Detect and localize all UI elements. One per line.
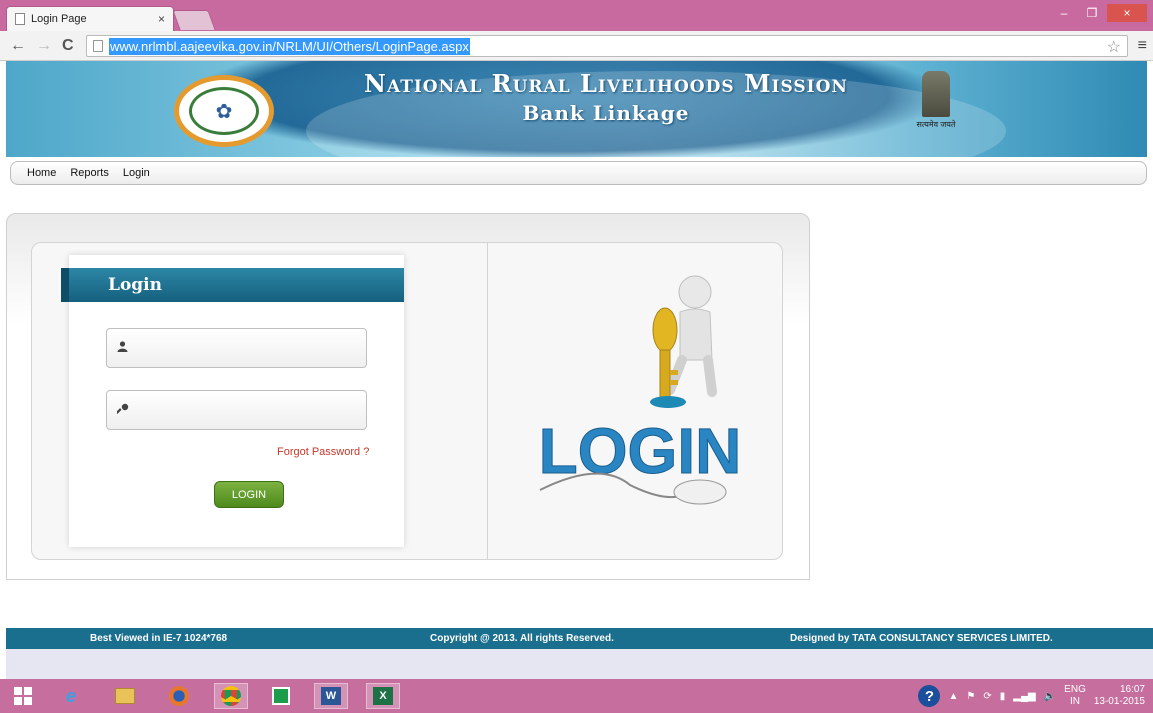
minimize-button[interactable]: – — [1051, 4, 1077, 22]
battery-icon[interactable]: ▮ — [1000, 691, 1006, 702]
window-controls: – ❐ × — [1051, 4, 1147, 22]
login-illustration: LOGIN — [538, 275, 742, 505]
panel-divider — [487, 242, 488, 560]
browser-tab-bar: Login Page × – ❐ × — [0, 0, 1153, 31]
sync-icon[interactable]: ⟳ — [983, 691, 991, 702]
browser-menu-icon[interactable]: ≡ — [1138, 37, 1147, 55]
username-input[interactable] — [139, 329, 366, 367]
clock-date: 13-01-2015 — [1093, 696, 1145, 707]
footer-best-viewed: Best Viewed in IE-7 1024*768 — [90, 633, 228, 644]
emblem-icon — [922, 71, 950, 117]
url-input[interactable]: www.nrlmbl.aajeevika.gov.in/NRLM/UI/Othe… — [86, 35, 1128, 57]
signal-icon[interactable]: ▂▄▆ — [1013, 691, 1035, 702]
show-hidden-icons-icon[interactable]: ▲ — [948, 691, 958, 702]
restore-button[interactable]: ❐ — [1079, 4, 1105, 22]
footer-band — [6, 649, 1153, 679]
new-tab-button[interactable] — [172, 10, 216, 30]
site-banner: ✿ National Rural Livelihoods Mission Ban… — [6, 61, 1147, 157]
system-tray: ? ▲ ⚑ ⟳ ▮ ▂▄▆ 🔈 ENG IN 16:07 13-01-2015 — [918, 681, 1145, 711]
language-indicator[interactable]: ENG IN — [1064, 684, 1086, 708]
store-icon[interactable] — [264, 683, 298, 709]
volume-icon[interactable]: 🔈 — [1044, 691, 1056, 702]
internet-explorer-icon[interactable]: e — [54, 683, 88, 709]
nav-home[interactable]: Home — [27, 167, 56, 179]
bookmark-star-icon[interactable]: ☆ — [1107, 37, 1121, 57]
url-text[interactable]: www.nrlmbl.aajeevika.gov.in/NRLM/UI/Othe… — [109, 37, 470, 55]
tab-close-icon[interactable]: × — [158, 12, 165, 26]
start-icon[interactable] — [6, 683, 40, 709]
key-icon — [115, 403, 131, 418]
login-header: Login — [61, 268, 404, 302]
back-icon[interactable]: ← — [10, 37, 26, 55]
close-button[interactable]: × — [1107, 4, 1147, 22]
forward-icon[interactable]: → — [36, 37, 52, 55]
help-icon[interactable]: ? — [918, 685, 941, 707]
nav-login[interactable]: Login — [123, 167, 150, 179]
reload-icon[interactable]: C — [62, 37, 74, 55]
firefox-icon[interactable] — [162, 683, 196, 709]
flag-icon[interactable]: ⚑ — [966, 691, 975, 702]
username-field[interactable] — [106, 328, 367, 368]
user-icon — [117, 341, 131, 355]
login-button[interactable]: LOGIN — [214, 481, 284, 508]
emblem-motto: सत्यमेव जयते — [916, 120, 956, 129]
main-nav: Home Reports Login — [10, 161, 1147, 185]
address-toolbar: ← → C www.nrlmbl.aajeevika.gov.in/NRLM/U… — [0, 31, 1153, 61]
login-art-text: LOGIN — [539, 415, 742, 487]
page-info-icon[interactable] — [93, 40, 103, 52]
site-title: National Rural Livelihoods Mission — [364, 69, 848, 98]
page-icon — [15, 13, 25, 25]
tab-title: Login Page — [31, 13, 87, 25]
password-input[interactable] — [139, 391, 366, 429]
clock-time: 16:07 — [1119, 684, 1145, 695]
site-subtitle: Bank Linkage — [522, 101, 690, 125]
nav-reports[interactable]: Reports — [70, 167, 109, 179]
file-explorer-icon[interactable] — [108, 683, 142, 709]
excel-icon[interactable]: X — [366, 683, 400, 709]
people-logo-icon: ✿ — [189, 87, 259, 135]
national-emblem: सत्यमेव जयते — [916, 71, 956, 139]
nrlm-logo: ✿ — [174, 75, 274, 147]
clock[interactable]: 16:07 13-01-2015 — [1094, 684, 1145, 708]
footer-designed-by: Designed by TATA CONSULTANCY SERVICES LI… — [790, 633, 1053, 644]
footer-copyright: Copyright @ 2013. All rights Reserved. — [430, 633, 614, 644]
password-field[interactable] — [106, 390, 367, 430]
chrome-icon[interactable] — [214, 683, 248, 709]
word-icon[interactable]: W — [314, 683, 348, 709]
forgot-password-link[interactable]: Forgot Password ? — [277, 446, 369, 458]
browser-tab[interactable]: Login Page × — [6, 6, 174, 31]
windows-taskbar: e W X ? ▲ ⚑ ⟳ ▮ ▂▄▆ 🔈 ENG IN 16:07 13-01… — [0, 679, 1153, 713]
page-footer: Best Viewed in IE-7 1024*768 Copyright @… — [6, 628, 1153, 649]
